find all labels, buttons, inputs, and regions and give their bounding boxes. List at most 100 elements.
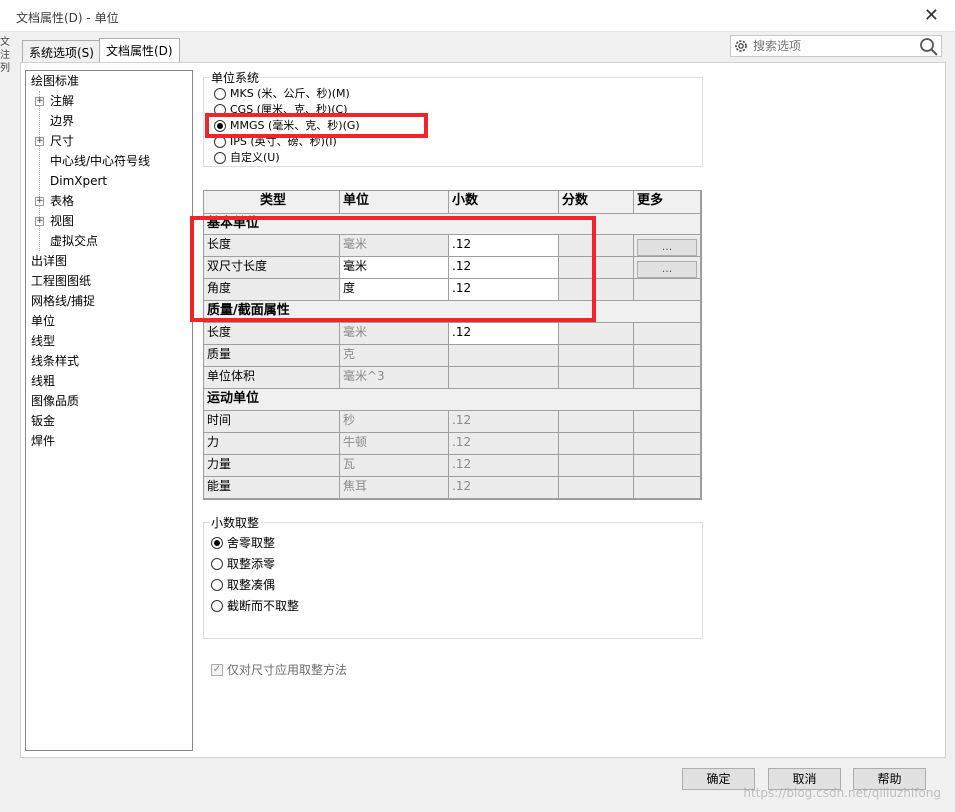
radio-label: 截断而不取整 xyxy=(227,599,300,613)
cell-decimal[interactable] xyxy=(449,367,559,389)
cell-type: 单位体积 xyxy=(204,367,340,389)
column-header-more: 更多 xyxy=(634,191,701,214)
tab-document-properties[interactable]: 文档属性(D) xyxy=(99,38,180,63)
cell-decimal[interactable] xyxy=(449,345,559,367)
radio-button[interactable] xyxy=(214,136,226,148)
search-input[interactable] xyxy=(751,37,919,55)
tree-item-line-font[interactable]: 线型 xyxy=(31,332,55,350)
tree-item-annotations[interactable]: 注解 xyxy=(50,92,74,110)
cell-unit[interactable]: 毫米 xyxy=(340,235,449,257)
cell-decimal[interactable]: .12 xyxy=(449,323,559,345)
column-header-unit: 单位 xyxy=(340,191,449,214)
cell-more xyxy=(634,367,701,389)
cell-decimal[interactable]: .12 xyxy=(449,455,559,477)
radio-button-selected[interactable] xyxy=(211,537,223,549)
more-button[interactable]: ... xyxy=(637,261,697,278)
search-box[interactable] xyxy=(730,35,942,57)
cell-fraction[interactable] xyxy=(559,235,634,257)
expand-icon[interactable]: + xyxy=(35,217,44,226)
cell-type: 角度 xyxy=(204,279,340,301)
radio-label: 取整凑偶 xyxy=(227,578,276,592)
radio-label: MKS (米、公斤、秒)(M) xyxy=(230,87,350,100)
radio-button[interactable] xyxy=(211,579,223,591)
cell-more xyxy=(634,323,701,345)
expand-icon[interactable]: + xyxy=(35,97,44,106)
tab-system-options[interactable]: 系统选项(S) xyxy=(22,40,101,62)
cell-decimal[interactable]: .12 xyxy=(449,411,559,433)
cell-type: 质量 xyxy=(204,345,340,367)
cell-unit[interactable]: 毫米 xyxy=(340,323,449,345)
cell-unit[interactable]: 牛顿 xyxy=(340,433,449,455)
radio-button[interactable] xyxy=(211,558,223,570)
radio-label: 自定义(U) xyxy=(230,151,280,164)
column-header-type: 类型 xyxy=(204,191,340,214)
cell-more xyxy=(634,433,701,455)
group-row: 基本单位 xyxy=(204,214,701,235)
cell-fraction[interactable] xyxy=(559,257,634,279)
unit-system-label: 单位系统 xyxy=(209,69,262,86)
cell-unit[interactable]: 度 xyxy=(340,279,449,301)
cell-fraction[interactable] xyxy=(559,433,634,455)
tree-item-centerlines[interactable]: 中心线/中心符号线 xyxy=(50,152,150,170)
expand-icon[interactable]: + xyxy=(35,197,44,206)
radio-button-selected[interactable] xyxy=(214,120,226,132)
title-bar: 文档属性(D) - 单位 ✕ xyxy=(0,0,955,32)
cell-type: 能量 xyxy=(204,477,340,499)
cell-decimal[interactable]: .12 xyxy=(449,433,559,455)
category-tree[interactable]: 绘图标准 + 注解 边界 + 尺寸 中心线/中心符号线 DimXpert + 表… xyxy=(25,70,193,751)
cell-unit[interactable]: 焦耳 xyxy=(340,477,449,499)
radio-button[interactable] xyxy=(211,600,223,612)
tree-item-virtual-sharps[interactable]: 虚拟交点 xyxy=(50,232,98,250)
tree-item-detailing[interactable]: 出详图 xyxy=(31,252,67,270)
cell-type: 时间 xyxy=(204,411,340,433)
left-edge-fragment: 文 注 列 xyxy=(0,36,10,96)
tree-item-weldments[interactable]: 焊件 xyxy=(31,432,55,450)
cell-fraction[interactable] xyxy=(559,345,634,367)
tree-item-grid-snap[interactable]: 网格线/捕捉 xyxy=(31,292,95,310)
tree-item-image-quality[interactable]: 图像品质 xyxy=(31,392,79,410)
radio-button[interactable] xyxy=(214,88,226,100)
left-edge-char: 文 xyxy=(0,37,10,48)
cell-decimal[interactable]: .12 xyxy=(449,279,559,301)
cell-fraction[interactable] xyxy=(559,367,634,389)
expand-icon[interactable]: + xyxy=(35,137,44,146)
tree-item-views[interactable]: 视图 xyxy=(50,212,74,230)
cell-fraction[interactable] xyxy=(559,323,634,345)
radio-label: CGS (厘米、克、秒)(C) xyxy=(230,103,348,116)
tree-item-dimensions[interactable]: 尺寸 xyxy=(50,132,74,150)
cell-decimal[interactable]: .12 xyxy=(449,257,559,279)
watermark: https://blog.csdn.net/qiliuzhifong xyxy=(743,786,941,800)
tree-item-dimxpert[interactable]: DimXpert xyxy=(50,172,107,190)
cell-decimal[interactable]: .12 xyxy=(449,235,559,257)
radio-button[interactable] xyxy=(214,104,226,116)
cell-fraction[interactable] xyxy=(559,279,634,301)
cell-decimal[interactable]: .12 xyxy=(449,477,559,499)
cell-unit[interactable]: 瓦 xyxy=(340,455,449,477)
search-icon[interactable] xyxy=(919,37,939,56)
radio-button[interactable] xyxy=(214,152,226,164)
cell-more xyxy=(634,455,701,477)
window-title: 文档属性(D) - 单位 xyxy=(16,11,119,25)
checkbox-label: 仅对尺寸应用取整方法 xyxy=(227,663,348,677)
cell-unit[interactable]: 秒 xyxy=(340,411,449,433)
cell-unit[interactable]: 克 xyxy=(340,345,449,367)
units-table[interactable]: 类型 单位 小数 分数 更多 基本单位 长度 毫米 .12 双尺寸长度 毫米 .… xyxy=(203,190,702,500)
cell-unit[interactable]: 毫米^3 xyxy=(340,367,449,389)
tree-item-drawing-sheets[interactable]: 工程图图纸 xyxy=(31,272,91,290)
checkmark-icon[interactable]: ✓ xyxy=(211,664,223,676)
tree-item-line-thickness[interactable]: 线粗 xyxy=(31,372,55,390)
cell-fraction[interactable] xyxy=(559,455,634,477)
tree-item-tables[interactable]: 表格 xyxy=(50,192,74,210)
tree-item-borders[interactable]: 边界 xyxy=(50,112,74,130)
group-row: 运动单位 xyxy=(204,389,701,411)
cell-fraction[interactable] xyxy=(559,411,634,433)
tree-item-sheet-metal[interactable]: 钣金 xyxy=(31,412,55,430)
cell-unit[interactable]: 毫米 xyxy=(340,257,449,279)
tree-item-units[interactable]: 单位 xyxy=(31,312,56,330)
tree-item-drawing-standard[interactable]: 绘图标准 xyxy=(31,72,79,90)
more-button[interactable]: ... xyxy=(637,239,697,256)
gear-icon[interactable] xyxy=(733,38,749,54)
close-icon[interactable]: ✕ xyxy=(924,5,939,26)
tree-item-line-style[interactable]: 线条样式 xyxy=(31,352,79,370)
cell-fraction[interactable] xyxy=(559,477,634,499)
